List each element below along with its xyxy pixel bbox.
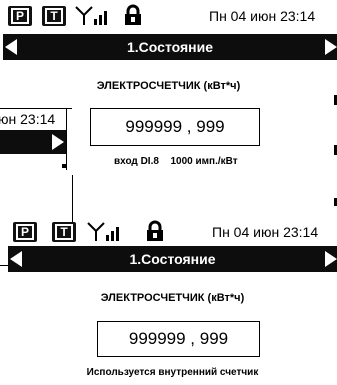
arrow-right-icon[interactable]	[52, 134, 64, 150]
title-bar: 1.Состояние	[3, 34, 337, 60]
meter-value-display: 999999 , 999	[90, 108, 260, 146]
meter-label: ЭЛЕКТРОСЧЕТЧИК (кВт*ч)	[100, 292, 245, 304]
datetime: Пн 04 июн 23:14	[209, 8, 316, 24]
datetime-fragment: юн 23:14	[0, 111, 56, 127]
lock-icon	[125, 4, 141, 25]
meter-label: ЭЛЕКТРОСЧЕТЧИК (кВт*ч)	[96, 80, 241, 92]
signal-icon	[87, 222, 119, 241]
screen-title: 1.Состояние	[129, 251, 216, 267]
p-status-icon: P	[8, 6, 32, 26]
screen-title: 1.Состояние	[127, 39, 213, 55]
meter-value-display: 999999 , 999	[97, 321, 260, 357]
title-bar-partial	[0, 130, 66, 154]
p-status-icon: P	[13, 222, 37, 242]
internal-counter-info: Используется внутренний счетчик	[86, 367, 259, 378]
signal-icon	[75, 6, 107, 25]
t-status-icon: T	[42, 6, 66, 26]
t-status-icon: T	[52, 222, 76, 242]
datetime: Пн 04 июн 23:14	[212, 224, 319, 240]
frame-line	[66, 108, 67, 170]
frame-marker	[62, 164, 66, 168]
lock-icon	[147, 220, 163, 241]
pulse-rate: 1000 имп./кВт	[170, 156, 238, 167]
input-info: вход DI.8 1000 имп./кВт	[114, 156, 238, 167]
frame-line	[0, 108, 72, 109]
arrow-right-icon[interactable]	[325, 251, 337, 267]
arrow-right-icon[interactable]	[325, 39, 337, 55]
title-bar: 1.Состояние	[8, 246, 337, 272]
input-channel: вход DI.8	[114, 156, 159, 167]
